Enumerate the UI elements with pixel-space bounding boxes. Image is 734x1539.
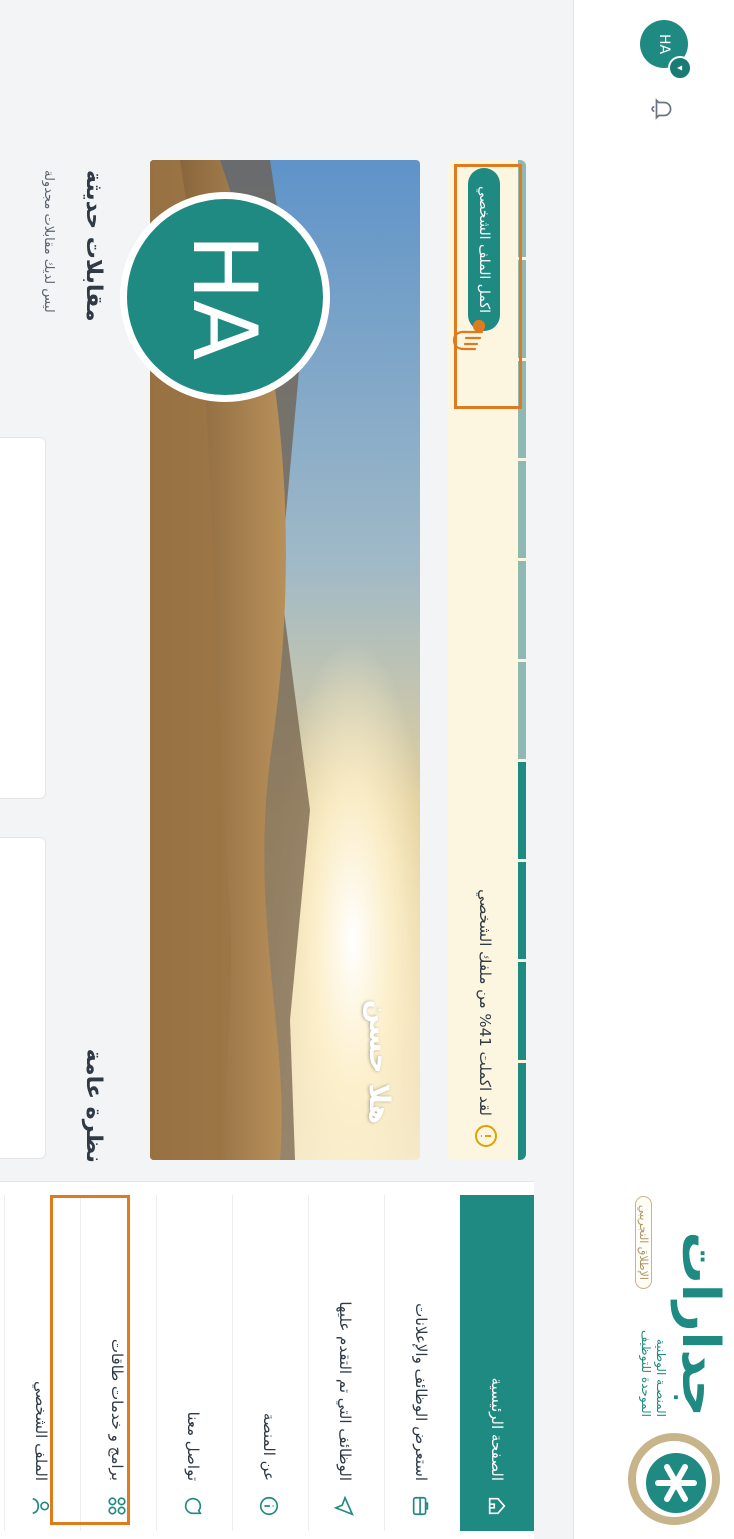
- top-header: جدارات المنصـة الوطنية الموحدة للتوظيف ا…: [573, 0, 734, 1539]
- progress-segment: [518, 862, 526, 960]
- progress-text: لقد اكملت 41% من ملفك الشخصي: [476, 889, 494, 1116]
- beta-badge: الإطلاق التجريبي: [635, 1195, 652, 1289]
- chevron-down-icon[interactable]: ▾: [668, 56, 692, 80]
- avatar-initials: HA: [173, 233, 277, 361]
- warning-icon: [475, 1125, 497, 1147]
- app-screen: جدارات المنصـة الوطنية الموحدة للتوظيف ا…: [0, 0, 734, 1539]
- brand-name: جدارات: [670, 1231, 730, 1417]
- annotation-highlight-taqat: [50, 1195, 130, 1525]
- info-icon: [259, 1495, 281, 1517]
- nav-item-label: الصفحة الرئيسية: [488, 1377, 506, 1482]
- nav-item-label: تواصل معنا: [184, 1411, 203, 1481]
- progress-segment: [518, 460, 526, 559]
- send-icon: [334, 1495, 357, 1517]
- overview-card: [0, 437, 46, 799]
- progress-segment: [518, 761, 526, 860]
- home-icon: [486, 1495, 508, 1517]
- overview-card: [0, 837, 46, 1159]
- nav-item-label: عن المنصة: [260, 1412, 279, 1481]
- pointer-hand-icon: [452, 319, 486, 351]
- profile-avatar: HA: [120, 192, 330, 402]
- nav-item-contact[interactable]: تواصل معنا: [156, 1195, 230, 1531]
- bell-icon[interactable]: [650, 96, 676, 122]
- brand-subtitle: المنصـة الوطنية الموحدة للتوظيف: [638, 1297, 668, 1417]
- progress-segment: [518, 561, 526, 659]
- nav-item-applied-jobs[interactable]: الوظائف التي تم التقدم عليها: [308, 1195, 382, 1531]
- progress-segment: [518, 962, 526, 1060]
- interviews-title: مقابلات حديثة: [81, 170, 106, 322]
- nav-item-home[interactable]: الصفحة الرئيسية: [460, 1195, 534, 1531]
- chat-icon: [183, 1495, 205, 1517]
- avatar-initials: HA: [656, 33, 672, 55]
- nav-item-label: استعرض الوظائف والإعلانات: [412, 1303, 431, 1481]
- nav-item-browse-jobs[interactable]: استعرض الوظائف والإعلانات: [384, 1195, 458, 1531]
- nav-item-label: الوظائف التي تم التقدم عليها: [336, 1301, 355, 1481]
- logo-icon: [628, 1433, 720, 1525]
- brand-subtitle-line1: المنصـة الوطنية: [654, 1338, 668, 1417]
- overview-title: نظرة عامة: [81, 1048, 106, 1163]
- greeting-text: هلا حسن: [363, 999, 396, 1124]
- progress-segment: [518, 1062, 526, 1160]
- brand-subtitle-line2: الموحدة للتوظيف: [639, 1330, 653, 1417]
- nav-item-about[interactable]: عن المنصة: [232, 1195, 306, 1531]
- progress-segment: [518, 661, 526, 759]
- briefcase-icon: [411, 1495, 433, 1517]
- interviews-empty-text: ليس لديك مقابلات مجدولة: [41, 170, 56, 313]
- nav-item-label: الملف الشخصي: [32, 1381, 51, 1481]
- annotation-highlight-complete: [454, 164, 522, 409]
